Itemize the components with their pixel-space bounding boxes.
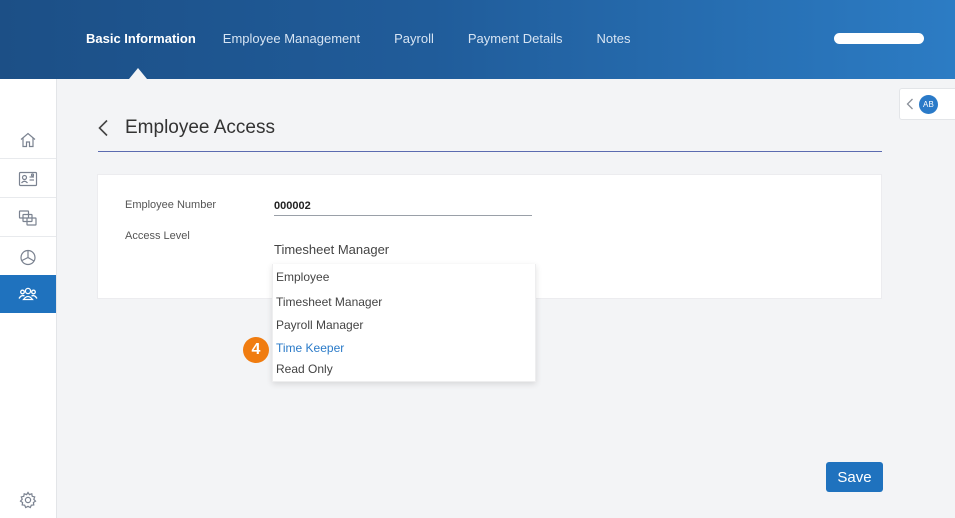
avatar[interactable]: AB xyxy=(919,94,938,114)
user-panel-toggle[interactable]: AB xyxy=(899,88,955,120)
option-time-keeper[interactable]: Time Keeper xyxy=(276,341,344,355)
tab-payment-details[interactable]: Payment Details xyxy=(468,31,563,46)
pie-chart-icon xyxy=(20,249,36,265)
top-navigation-bar: Basic Information Employee Management Pa… xyxy=(0,0,955,79)
sidebar xyxy=(0,79,57,518)
chevron-left-icon xyxy=(906,98,913,110)
sidebar-item-reports[interactable] xyxy=(0,238,56,276)
tab-payroll[interactable]: Payroll xyxy=(394,31,434,46)
sidebar-item-documents[interactable] xyxy=(0,199,56,237)
title-divider xyxy=(98,151,882,152)
page-title: Employee Access xyxy=(125,117,275,138)
sidebar-item-settings[interactable] xyxy=(0,481,56,518)
sidebar-item-home[interactable] xyxy=(0,121,56,159)
tab-notes[interactable]: Notes xyxy=(597,31,631,46)
option-payroll-manager[interactable]: Payroll Manager xyxy=(276,318,363,332)
documents-icon xyxy=(18,209,37,226)
tab-employee-management[interactable]: Employee Management xyxy=(223,31,360,46)
sidebar-item-employee-card[interactable] xyxy=(0,160,56,198)
access-level-label: Access Level xyxy=(125,230,190,242)
employee-number-label: Employee Number xyxy=(125,199,217,211)
save-button[interactable]: Save xyxy=(826,462,883,492)
employee-number-field[interactable]: 000002 xyxy=(274,200,532,216)
chevron-left-icon xyxy=(98,119,108,137)
employee-card-icon xyxy=(18,171,38,186)
top-nav-tabs: Basic Information Employee Management Pa… xyxy=(86,31,664,79)
back-button[interactable] xyxy=(97,117,113,139)
access-level-select[interactable]: Timesheet Manager xyxy=(272,241,533,265)
home-icon xyxy=(20,132,36,147)
step-number-badge: 4 xyxy=(243,337,269,363)
sidebar-item-users[interactable] xyxy=(0,275,56,313)
gear-icon xyxy=(19,491,37,509)
access-level-dropdown: Employee Timesheet Manager Payroll Manag… xyxy=(272,264,536,382)
tab-basic-information[interactable]: Basic Information xyxy=(86,31,196,79)
user-menu-pill[interactable] xyxy=(834,33,924,44)
option-timesheet-manager[interactable]: Timesheet Manager xyxy=(276,295,382,309)
option-employee[interactable]: Employee xyxy=(276,270,329,284)
option-read-only[interactable]: Read Only xyxy=(276,362,333,376)
users-icon xyxy=(18,287,38,300)
